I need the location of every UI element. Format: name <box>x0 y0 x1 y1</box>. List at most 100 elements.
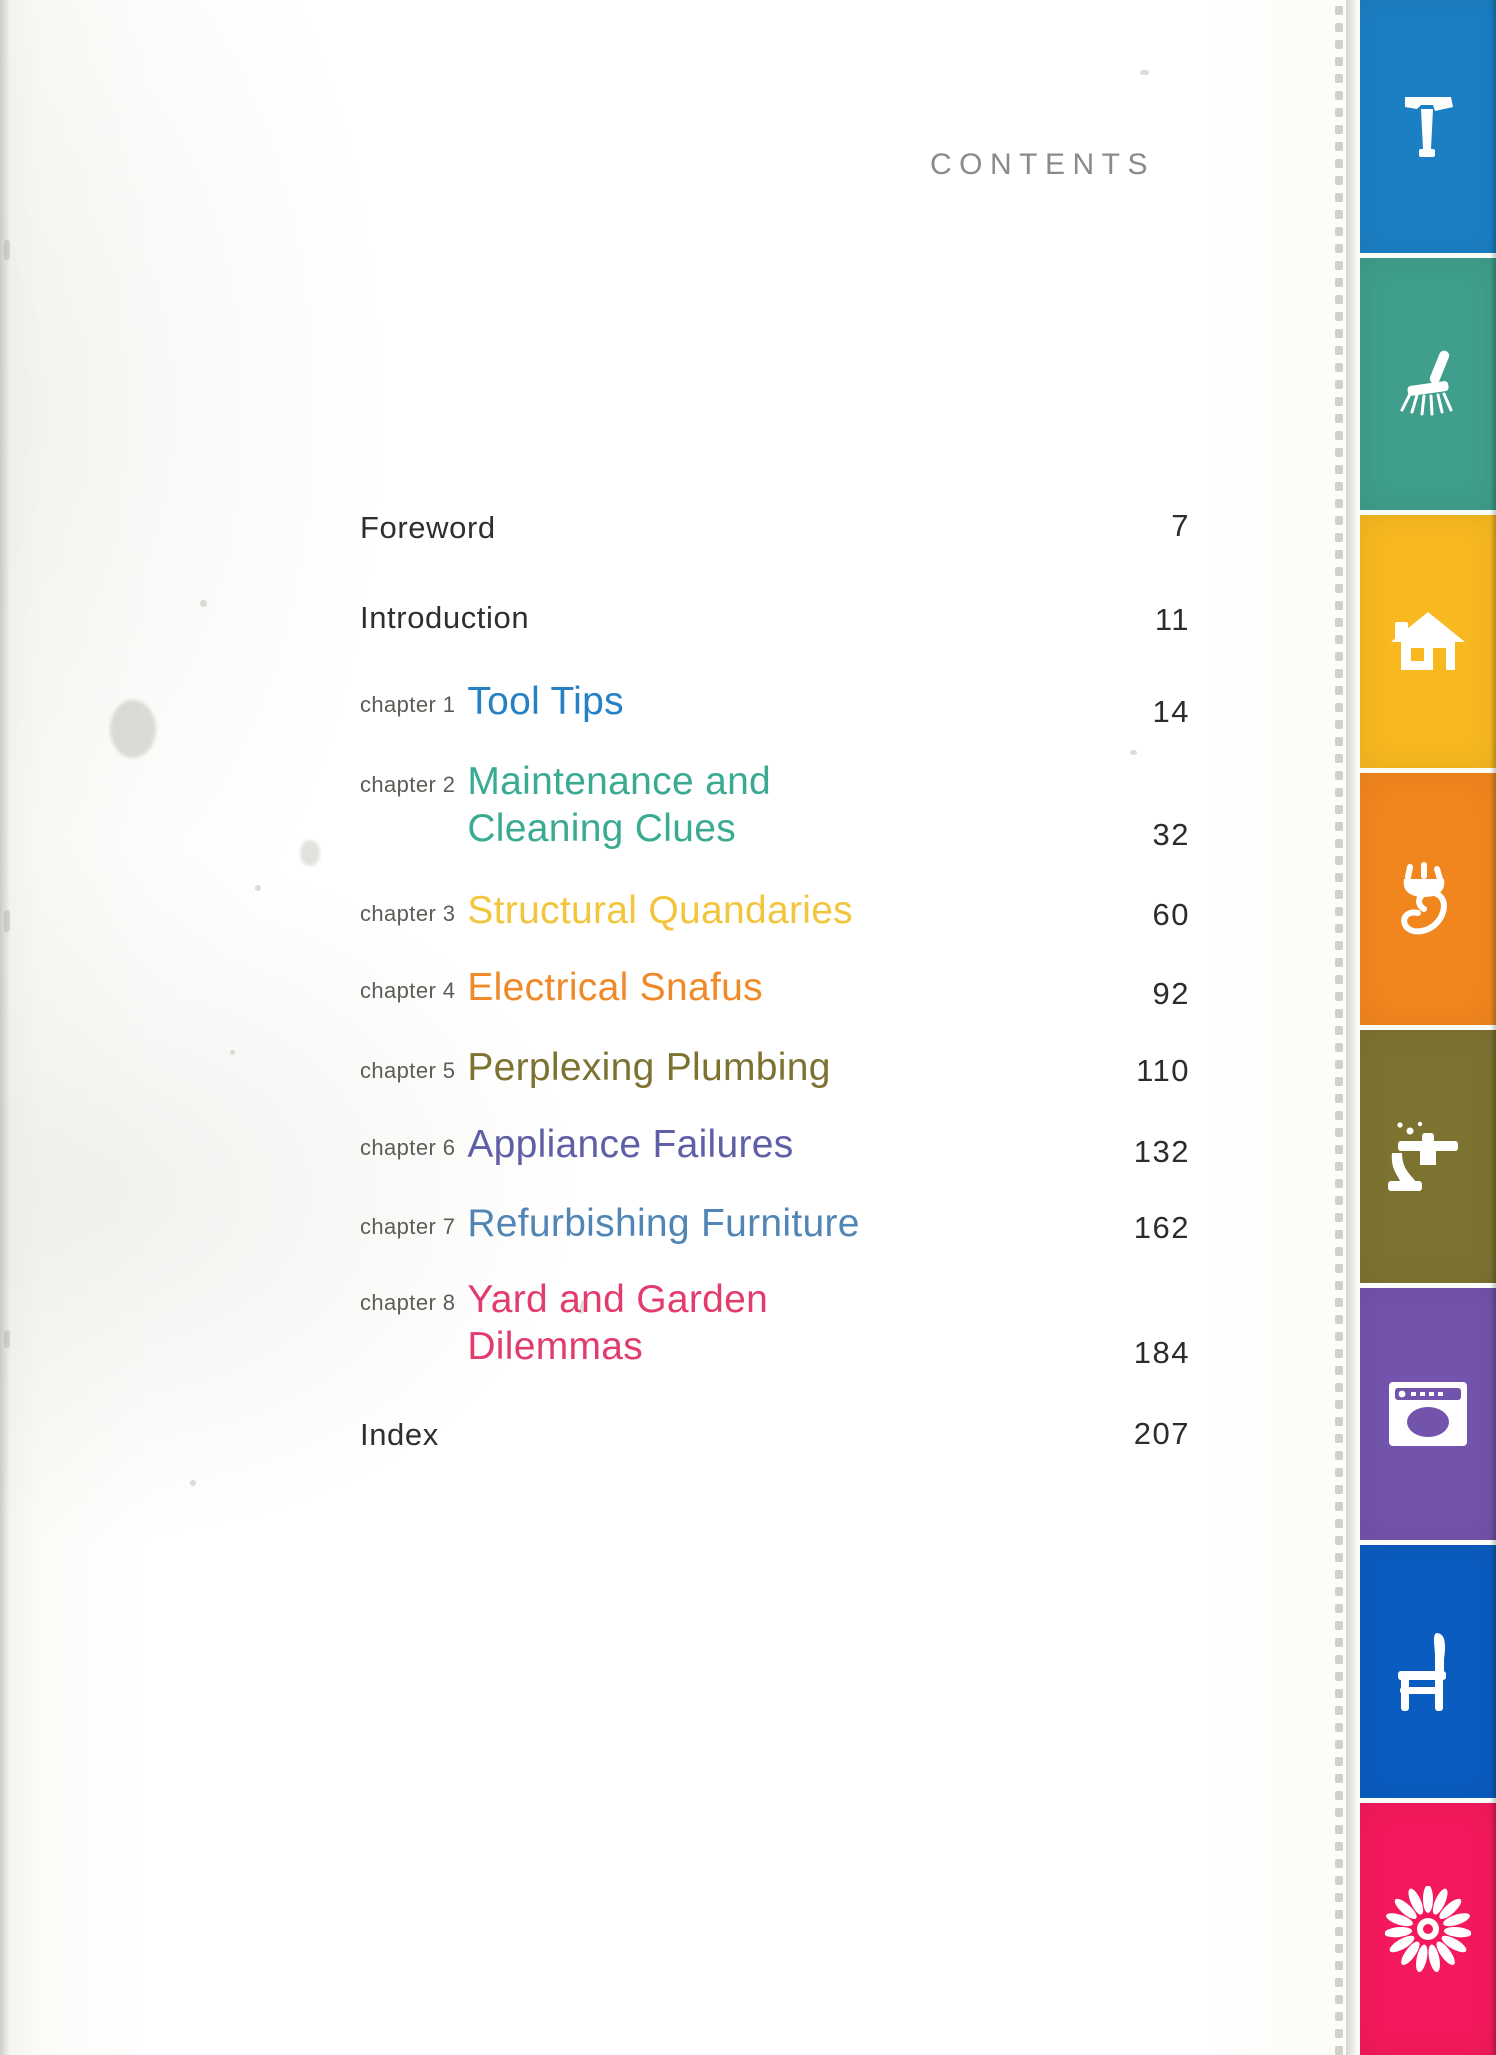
binding-hole <box>1335 1060 1343 1069</box>
scan-speck <box>4 910 10 932</box>
scan-smudge <box>110 700 156 758</box>
binding-hole <box>1335 1706 1343 1715</box>
toc-row-chapter-8[interactable]: chapter 8 Yard and Garden Dilemmas 184 <box>360 1276 1190 1371</box>
binding-hole <box>1335 295 1343 304</box>
binding-hole <box>1335 40 1343 49</box>
binding-hole <box>1335 635 1343 644</box>
tab-chapter-4[interactable] <box>1360 772 1496 1025</box>
binding-hole <box>1335 516 1343 525</box>
table-of-contents: Foreword 7 Introduction 11 chapter 1 Too… <box>360 508 1190 1453</box>
binding-hole <box>1335 1757 1343 1766</box>
binding-hole <box>1335 1944 1343 1953</box>
toc-row-chapter-7[interactable]: chapter 7 Refurbishing Furniture 162 <box>360 1200 1190 1248</box>
binding-hole <box>1335 91 1343 100</box>
binding-hole <box>1335 1825 1343 1834</box>
page-background: CONTENTS Foreword 7 Introduction 11 chap… <box>0 0 1496 2055</box>
toc-entry-title: Structural Quandaries <box>467 888 853 932</box>
binding-hole <box>1335 975 1343 984</box>
toc-row-foreword[interactable]: Foreword 7 <box>360 508 1190 546</box>
scan-speck <box>255 885 261 891</box>
tab-chapter-2[interactable] <box>1360 257 1496 510</box>
chapter-label: chapter 6 <box>360 1135 456 1161</box>
toc-row-chapter-6[interactable]: chapter 6 Appliance Failures 132 <box>360 1121 1190 1169</box>
binding-hole <box>1335 1111 1343 1120</box>
toc-entry-title: Refurbishing Furniture <box>467 1202 860 1246</box>
binding-hole <box>1335 23 1343 32</box>
toc-row-chapter-4[interactable]: chapter 4 Electrical Snafus 92 <box>360 964 1190 1012</box>
house-icon <box>1387 608 1469 674</box>
binding-hole <box>1335 1094 1343 1103</box>
tab-chapter-8[interactable] <box>1360 1802 1496 2055</box>
toc-row-introduction[interactable]: Introduction 11 <box>360 600 1190 637</box>
scan-smudge <box>300 840 320 866</box>
binding-hole <box>1335 1213 1343 1222</box>
toc-entry-title: Yard and Garden Dilemmas <box>467 1277 769 1369</box>
binding-hole <box>1335 720 1343 729</box>
flower-icon <box>1385 1885 1471 1972</box>
scan-speck <box>190 1480 196 1486</box>
tab-chapter-7[interactable] <box>1360 1545 1496 1798</box>
binding-hole <box>1335 397 1343 406</box>
binding-hole <box>1335 227 1343 236</box>
page-title: CONTENTS <box>930 148 1155 181</box>
scan-speck <box>4 1330 10 1348</box>
binding-hole <box>1335 1009 1343 1018</box>
tab-chapter-5[interactable] <box>1360 1030 1496 1283</box>
toc-row-chapter-3[interactable]: chapter 3 Structural Quandaries 60 <box>360 887 1190 935</box>
tab-chapter-1[interactable] <box>1360 0 1496 253</box>
toc-page-number: 7 <box>1171 508 1190 543</box>
binding-hole <box>1335 1791 1343 1800</box>
toc-row-chapter-5[interactable]: chapter 5 Perplexing Plumbing 110 <box>360 1044 1190 1092</box>
binding-hole <box>1335 584 1343 593</box>
binding-hole <box>1335 1162 1343 1171</box>
hammer-icon <box>1391 87 1465 165</box>
binding-hole <box>1335 1349 1343 1358</box>
binding-hole <box>1335 1519 1343 1528</box>
chapter-label: chapter 3 <box>360 900 456 926</box>
toc-page-number: 184 <box>1133 1334 1190 1370</box>
chapter-label: chapter 4 <box>360 978 456 1004</box>
toc-page-number: 11 <box>1154 602 1190 637</box>
chapter-tab-strip <box>1352 0 1496 2055</box>
toc-row-index[interactable]: Index 207 <box>360 1416 1190 1453</box>
binding-hole <box>1335 363 1343 372</box>
binding-hole <box>1335 1366 1343 1375</box>
binding-hole <box>1335 754 1343 763</box>
toc-row-chapter-2[interactable]: chapter 2 Maintenance and Cleaning Clues… <box>360 758 1190 853</box>
binding-hole <box>1335 1128 1343 1137</box>
toc-entry-title: Foreword <box>360 510 496 545</box>
binding-hole <box>1335 1264 1343 1273</box>
binding-hole <box>1335 669 1343 678</box>
chair-icon <box>1388 1627 1468 1715</box>
binding-hole <box>1335 1995 1343 2004</box>
binding-hole <box>1335 1621 1343 1630</box>
binding-hole <box>1335 261 1343 270</box>
binding-hole <box>1335 1196 1343 1205</box>
binding-hole <box>1335 1910 1343 1919</box>
toc-entry-title: Index <box>360 1416 439 1452</box>
toc-page-number: 60 <box>1152 897 1190 933</box>
binding-hole <box>1335 244 1343 253</box>
binding-hole <box>1335 686 1343 695</box>
tab-chapter-6[interactable] <box>1360 1287 1496 1540</box>
chapter-label: chapter 8 <box>360 1289 456 1315</box>
binding-hole <box>1335 2012 1343 2021</box>
binding-hole <box>1335 652 1343 661</box>
binding-hole <box>1335 1876 1343 1885</box>
toc-entry-title: Electrical Snafus <box>467 966 763 1010</box>
binding-hole <box>1335 1230 1343 1239</box>
binding-hole <box>1335 125 1343 134</box>
binding-hole <box>1335 1961 1343 1970</box>
binding-hole <box>1335 601 1343 610</box>
binding-hole <box>1335 1298 1343 1307</box>
toc-page-number: 92 <box>1152 975 1190 1011</box>
binding-hole <box>1335 1553 1343 1562</box>
binding-hole <box>1335 1281 1343 1290</box>
binding-hole <box>1335 822 1343 831</box>
tab-chapter-3[interactable] <box>1360 515 1496 768</box>
binding-hole <box>1335 329 1343 338</box>
toc-row-chapter-1[interactable]: chapter 1 Tool Tips 14 <box>360 678 1190 729</box>
binding-hole <box>1335 1570 1343 1579</box>
binding-hole <box>1335 1774 1343 1783</box>
binding-hole <box>1335 465 1343 474</box>
